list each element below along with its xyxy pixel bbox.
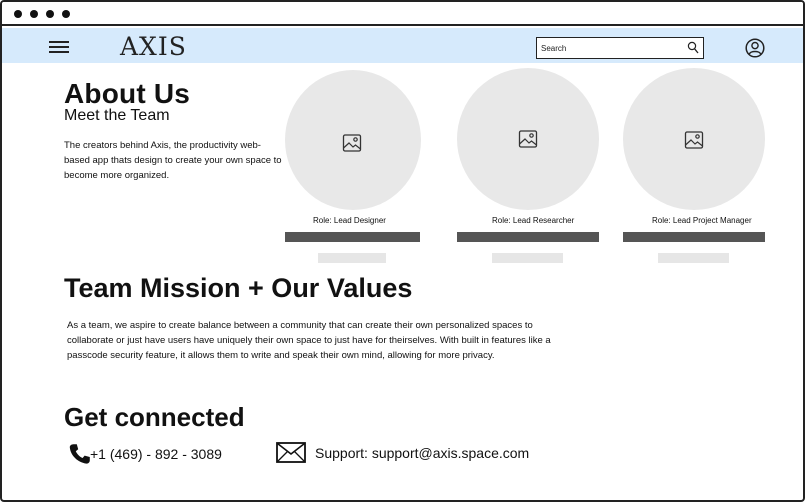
about-description: The creators behind Axis, the productivi… bbox=[64, 140, 282, 181]
search-input[interactable] bbox=[541, 40, 681, 56]
member-name-placeholder bbox=[623, 232, 765, 242]
user-circle-icon[interactable] bbox=[745, 38, 765, 58]
image-placeholder-icon bbox=[518, 130, 538, 148]
mission-title: Team Mission + Our Values bbox=[64, 273, 413, 303]
about-subtitle: Meet the Team bbox=[64, 107, 170, 124]
member-detail-placeholder bbox=[492, 253, 563, 263]
contact-title: Get connected bbox=[64, 402, 245, 432]
search-box[interactable] bbox=[536, 37, 704, 59]
member-detail-placeholder bbox=[318, 253, 386, 263]
support-email[interactable]: Support: support@axis.space.com bbox=[315, 445, 529, 461]
member-detail-placeholder bbox=[658, 253, 729, 263]
member-role: Role: Lead Researcher bbox=[492, 216, 575, 225]
image-placeholder-icon bbox=[684, 131, 704, 149]
mission-text: As a team, we aspire to create balance b… bbox=[67, 320, 551, 361]
navbar: AXIS bbox=[2, 28, 803, 63]
member-role: Role: Lead Designer bbox=[313, 216, 386, 225]
window-dot bbox=[30, 10, 38, 18]
mail-icon bbox=[276, 442, 306, 463]
member-name-placeholder bbox=[457, 232, 599, 242]
phone-number[interactable]: +1 (469) - 892 - 3089 bbox=[90, 446, 222, 462]
browser-window: AXIS About Us Meet the Team The creators… bbox=[0, 0, 805, 502]
about-title: About Us bbox=[64, 78, 191, 109]
window-dot bbox=[46, 10, 54, 18]
image-placeholder-icon bbox=[342, 134, 362, 152]
search-icon[interactable] bbox=[687, 41, 699, 55]
window-dot bbox=[14, 10, 22, 18]
window-dot bbox=[62, 10, 70, 18]
window-chrome bbox=[2, 2, 803, 26]
phone-icon bbox=[69, 444, 90, 464]
member-role: Role: Lead Project Manager bbox=[652, 216, 752, 225]
logo[interactable]: AXIS bbox=[120, 32, 187, 61]
hamburger-icon[interactable] bbox=[49, 41, 69, 53]
member-name-placeholder bbox=[285, 232, 420, 242]
